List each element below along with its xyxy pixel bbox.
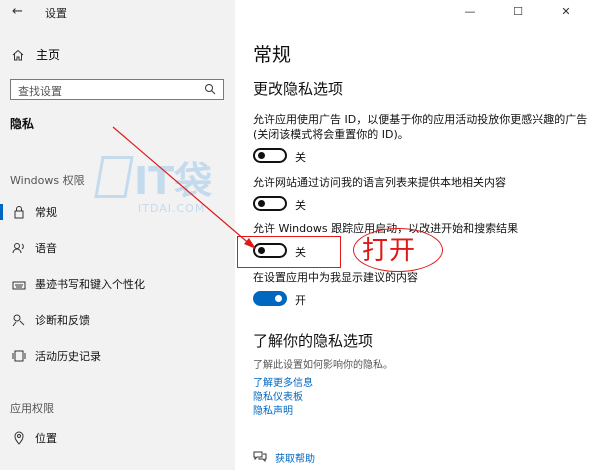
active-indicator — [0, 204, 3, 220]
learn-privacy-desc: 了解此设置如何影响你的隐私。 — [253, 360, 393, 371]
language-toggle-state: 关 — [295, 199, 306, 212]
sidebar-item-diagnostics[interactable]: 诊断和反馈 — [0, 309, 235, 331]
active-indicator — [0, 312, 3, 328]
location-icon — [12, 431, 26, 445]
active-indicator — [0, 240, 3, 256]
sidebar-item-inking[interactable]: 墨迹书写和键入个性化 — [0, 273, 235, 295]
annotation-highlight-box — [237, 236, 341, 268]
watermark-text: IT袋 — [134, 159, 213, 203]
toggle-knob — [258, 200, 265, 207]
suggested-content-toggle[interactable] — [253, 291, 287, 306]
toggle-knob — [275, 295, 282, 302]
caption-buttons: — ☐ ✕ — [450, 0, 600, 24]
diagnostics-icon — [12, 313, 26, 327]
learn-more-link[interactable]: 了解更多信息 — [253, 374, 313, 389]
search-placeholder[interactable]: 查找设置 — [18, 83, 62, 99]
voice-icon — [12, 241, 26, 255]
sidebar-item-label: 诊断和反馈 — [35, 314, 90, 327]
option-language-text: 允许网站通过访问我的语言列表来提供本地相关内容 — [253, 176, 506, 189]
sidebar-item-home[interactable]: 主页 — [12, 46, 60, 63]
sidebar-item-voice[interactable]: 语音 — [0, 237, 235, 259]
sidebar-item-location[interactable]: 位置 — [0, 427, 235, 449]
back-arrow-icon[interactable]: ← — [12, 5, 26, 19]
home-icon — [12, 49, 24, 61]
change-privacy-heading: 更改隐私选项 — [253, 80, 344, 98]
watermark-logo — [94, 156, 134, 198]
window-title: 设置 — [45, 7, 67, 20]
ad-id-toggle[interactable] — [253, 148, 287, 163]
windows-permissions-label: Windows 权限 — [10, 174, 85, 187]
get-help-label[interactable]: 获取帮助 — [275, 450, 315, 465]
privacy-heading: 隐私 — [10, 117, 35, 131]
privacy-dashboard-link[interactable]: 隐私仪表板 — [253, 388, 303, 403]
watermark-url: ITDAI.COM — [138, 202, 206, 215]
app-permissions-label: 应用权限 — [10, 402, 54, 415]
language-toggle[interactable] — [253, 196, 287, 211]
search-icon[interactable] — [204, 83, 216, 95]
watermark: IT袋 ITDAI.COM — [94, 150, 238, 220]
active-indicator — [0, 430, 3, 446]
pen-keyboard-icon — [12, 277, 26, 291]
sidebar: ← 设置 主页 查找设置 隐私 Windows 权限 常规 语音 墨迹书写和键入… — [0, 0, 235, 470]
toggle-knob — [258, 152, 265, 159]
home-label: 主页 — [36, 48, 61, 62]
option-suggested-content-text: 在设置应用中为我显示建议的内容 — [253, 271, 418, 284]
minimize-icon[interactable]: — — [462, 4, 478, 20]
help-chat-icon — [253, 450, 267, 465]
history-icon — [12, 349, 26, 363]
privacy-statement-link[interactable]: 隐私声明 — [253, 402, 293, 417]
settings-window: ← 设置 主页 查找设置 隐私 Windows 权限 常规 语音 墨迹书写和键入… — [0, 0, 600, 470]
sidebar-item-label: 语音 — [35, 242, 57, 255]
option-ad-id-text: 允许应用使用广告 ID，以便基于你的应用活动投放你更感兴趣的广告(关闭该模式将会… — [253, 113, 588, 141]
search-box[interactable]: 查找设置 — [10, 79, 224, 100]
active-indicator — [0, 276, 3, 292]
sidebar-item-label: 活动历史记录 — [35, 350, 101, 363]
lock-icon — [12, 205, 26, 219]
sidebar-item-activity-history[interactable]: 活动历史记录 — [0, 345, 235, 367]
sidebar-item-label: 位置 — [35, 432, 57, 445]
maximize-icon[interactable]: ☐ — [510, 4, 526, 20]
suggested-content-toggle-state: 开 — [295, 294, 306, 307]
sidebar-item-label: 墨迹书写和键入个性化 — [35, 278, 145, 291]
sidebar-item-label: 常规 — [35, 206, 57, 219]
ad-id-toggle-state: 关 — [295, 151, 306, 164]
close-icon[interactable]: ✕ — [558, 4, 574, 20]
annotation-label: 打开 — [362, 236, 417, 266]
active-indicator — [0, 348, 3, 364]
page-title: 常规 — [253, 44, 292, 66]
get-help[interactable]: 获取帮助 — [253, 450, 315, 465]
learn-privacy-heading: 了解你的隐私选项 — [253, 332, 374, 350]
